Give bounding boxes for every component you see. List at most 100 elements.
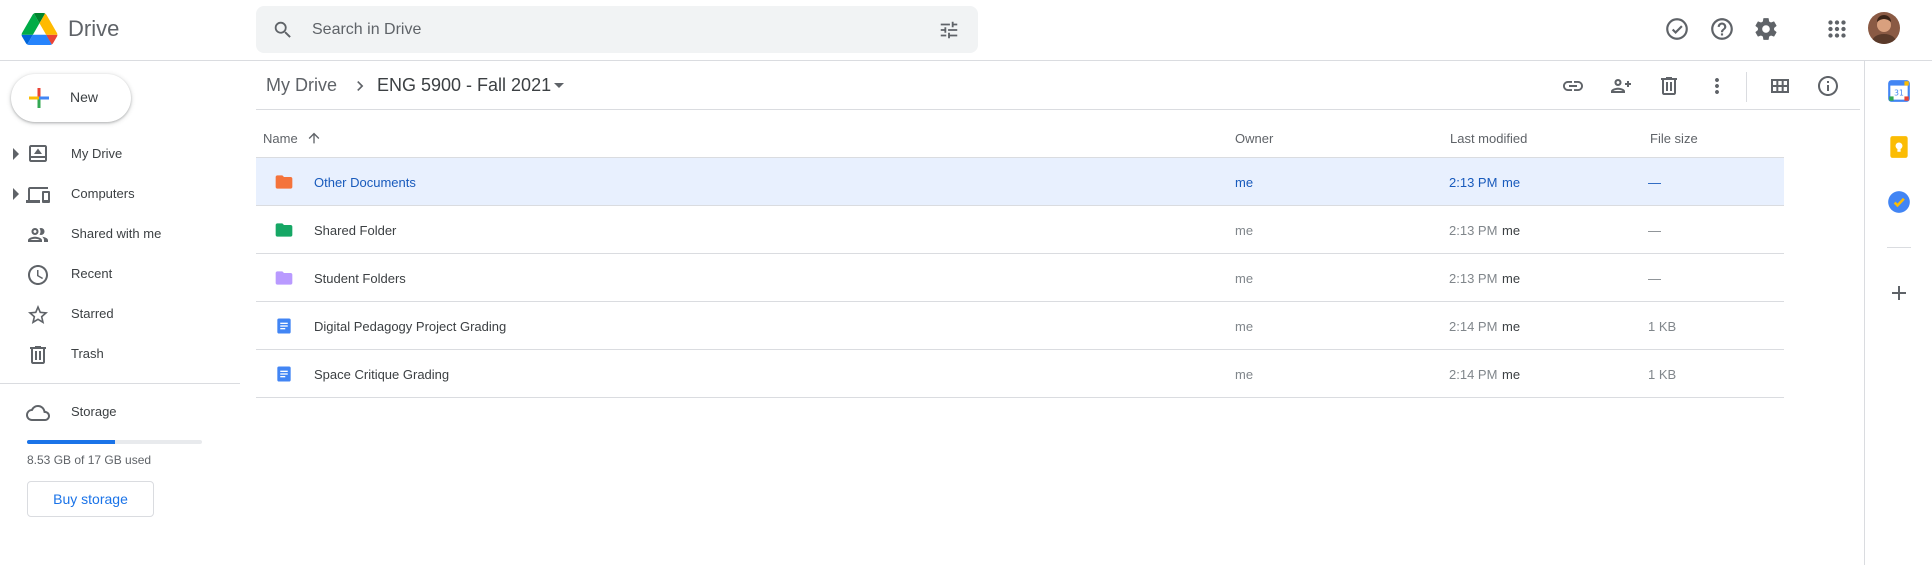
top-bar: Drive: [0, 0, 1932, 61]
more-options-icon[interactable]: [1705, 74, 1729, 98]
file-owner: me: [1235, 319, 1254, 334]
grid-view-icon[interactable]: [1768, 74, 1792, 98]
search-icon[interactable]: [272, 19, 294, 41]
sort-ascending-arrow-icon[interactable]: [306, 130, 322, 146]
sidebar-item-label: Shared with me: [71, 226, 162, 241]
svg-text:31: 31: [1894, 88, 1904, 97]
file-owner: me: [1235, 367, 1254, 382]
file-modified-by: me: [1502, 319, 1521, 334]
breadcrumb-current-folder[interactable]: ENG 5900 - Fall 2021: [377, 75, 551, 96]
trash-icon[interactable]: [1657, 74, 1681, 98]
column-header-file-size[interactable]: File size: [1650, 131, 1698, 146]
file-modified-by: me: [1502, 223, 1521, 238]
file-modified-time: 2:13 PM: [1449, 223, 1498, 238]
new-button[interactable]: New: [11, 74, 131, 122]
expand-arrow-icon[interactable]: [12, 188, 20, 200]
file-name[interactable]: Other Documents: [314, 175, 416, 190]
drive-logo-icon[interactable]: [21, 13, 58, 45]
file-modified-time: 2:14 PM: [1449, 319, 1498, 334]
account-avatar[interactable]: [1868, 12, 1900, 44]
sidebar-divider: [0, 383, 240, 384]
apps-grid-icon[interactable]: [1824, 16, 1850, 42]
keep-icon[interactable]: [1886, 134, 1912, 160]
file-owner: me: [1235, 223, 1254, 238]
side-panel-divider: [1887, 247, 1911, 248]
sidebar-item-label: Recent: [71, 266, 113, 281]
file-name[interactable]: Student Folders: [314, 271, 406, 286]
add-addon-plus-icon[interactable]: [1887, 281, 1911, 305]
get-link-icon[interactable]: [1561, 74, 1585, 98]
share-add-person-icon[interactable]: [1609, 74, 1633, 98]
file-modified-by: me: [1502, 175, 1521, 190]
table-row[interactable]: Shared Folder me 2:13 PM me —: [256, 206, 1784, 254]
breadcrumb: My Drive ENG 5900 - Fall 2021: [256, 62, 1860, 110]
table-row[interactable]: Other Documents me 2:13 PM me —: [256, 158, 1784, 206]
search-input[interactable]: [312, 6, 872, 53]
sidebar-item-label: Starred: [71, 306, 114, 321]
file-modified-time: 2:14 PM: [1449, 367, 1498, 382]
sidebar-item-my-drive[interactable]: My Drive: [0, 134, 240, 174]
file-modified-by: me: [1502, 271, 1521, 286]
sidebar-item-trash[interactable]: Trash: [0, 334, 240, 374]
side-panel: 31: [1864, 61, 1932, 565]
file-size: 1 KB: [1648, 319, 1677, 334]
table-row[interactable]: Student Folders me 2:13 PM me —: [256, 254, 1784, 302]
storage-label: Storage: [71, 404, 117, 419]
sidebar-item-label: Computers: [71, 186, 135, 201]
sidebar-item-storage[interactable]: Storage: [0, 392, 240, 432]
storage-used-text: 8.53 GB of 17 GB used: [27, 453, 152, 467]
table-row[interactable]: Space Critique Grading me 2:14 PM me 1 K…: [256, 350, 1784, 398]
search-options-icon[interactable]: [938, 19, 960, 41]
shared-with-me-icon: [28, 228, 48, 242]
plus-icon: [29, 88, 49, 108]
info-icon[interactable]: [1816, 74, 1840, 98]
sidebar-item-recent[interactable]: Recent: [0, 254, 240, 294]
file-owner: me: [1235, 175, 1254, 190]
help-icon[interactable]: [1709, 16, 1735, 42]
settings-gear-icon[interactable]: [1753, 16, 1779, 42]
file-owner: me: [1235, 271, 1254, 286]
column-header-owner[interactable]: Owner: [1235, 131, 1273, 146]
table-row[interactable]: Digital Pedagogy Project Grading me 2:14…: [256, 302, 1784, 350]
file-size: —: [1648, 271, 1661, 286]
sidebar-item-label: Trash: [71, 346, 104, 361]
trash-icon: [30, 346, 46, 364]
app-name[interactable]: Drive: [68, 16, 119, 42]
computers-icon: [26, 187, 50, 203]
column-header-last-modified[interactable]: Last modified: [1450, 131, 1527, 146]
google-docs-icon: [277, 318, 291, 334]
tasks-icon[interactable]: [1886, 189, 1912, 215]
sidebar-item-starred[interactable]: Starred: [0, 294, 240, 334]
chevron-right-icon: [357, 81, 364, 91]
column-header-name[interactable]: Name: [263, 131, 298, 146]
google-docs-icon: [277, 366, 291, 382]
file-size: —: [1648, 223, 1661, 238]
star-icon: [28, 305, 48, 324]
file-size: 1 KB: [1648, 367, 1677, 382]
file-name[interactable]: Digital Pedagogy Project Grading: [314, 319, 506, 334]
calendar-icon[interactable]: 31: [1886, 78, 1912, 104]
my-drive-icon: [29, 145, 47, 162]
file-modified-time: 2:13 PM: [1449, 175, 1498, 190]
new-button-label: New: [70, 89, 99, 105]
expand-arrow-icon[interactable]: [12, 148, 20, 160]
sidebar-item-computers[interactable]: Computers: [0, 174, 240, 214]
file-name[interactable]: Shared Folder: [314, 223, 396, 238]
search-bar[interactable]: [256, 6, 978, 53]
table-header: Name Owner Last modified File size: [256, 118, 1784, 158]
file-size: —: [1648, 175, 1661, 190]
folder-icon: [275, 175, 293, 189]
buy-storage-button[interactable]: Buy storage: [27, 481, 154, 517]
dropdown-arrow-icon[interactable]: [552, 79, 566, 93]
sidebar-item-label: My Drive: [71, 146, 123, 161]
recent-clock-icon: [28, 265, 48, 285]
storage-usage-bar: [27, 440, 202, 444]
shared-folder-icon: [275, 223, 293, 237]
ready-for-offline-icon[interactable]: [1664, 16, 1690, 42]
folder-icon: [275, 271, 293, 285]
file-modified-by: me: [1502, 367, 1521, 382]
sidebar-item-shared-with-me[interactable]: Shared with me: [0, 214, 240, 254]
breadcrumb-my-drive[interactable]: My Drive: [266, 75, 337, 96]
file-name[interactable]: Space Critique Grading: [314, 367, 449, 382]
file-modified-time: 2:13 PM: [1449, 271, 1498, 286]
